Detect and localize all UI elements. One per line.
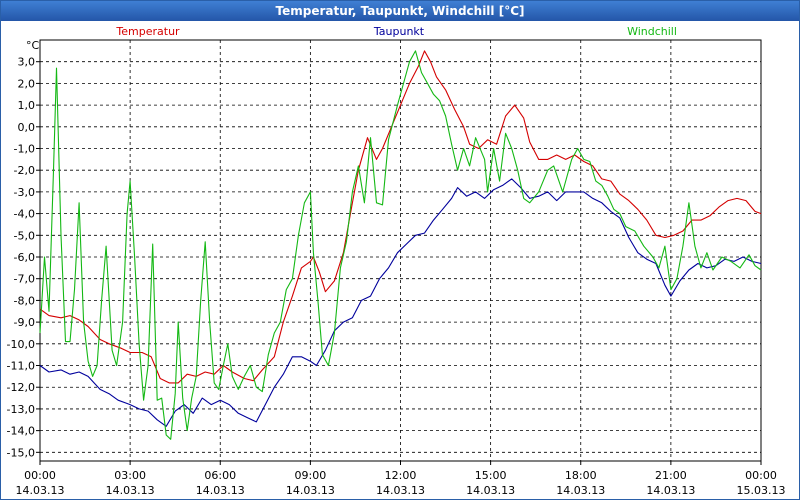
- legend-windchill: Windchill: [627, 25, 677, 38]
- x-tick-time: 21:00: [655, 469, 687, 482]
- y-tick-label: -4,0: [14, 208, 35, 221]
- y-tick-label: -9,0: [14, 316, 35, 329]
- y-tick-label: 2,0: [18, 77, 36, 90]
- x-tick-time: 00:00: [745, 469, 777, 482]
- y-tick-label: -13,0: [7, 403, 35, 416]
- y-tick-label: -2,0: [14, 164, 35, 177]
- y-tick-label: -6,0: [14, 251, 35, 264]
- x-tick-date: 14.03.13: [196, 484, 245, 497]
- y-axis-unit-label: °C: [26, 39, 40, 52]
- x-tick-time: 15:00: [475, 469, 507, 482]
- x-tick-date: 14.03.13: [106, 484, 155, 497]
- x-tick-time: 18:00: [565, 469, 597, 482]
- x-tick-time: 03:00: [114, 469, 146, 482]
- y-tick-label: -8,0: [14, 294, 35, 307]
- y-tick-label: -10,0: [7, 338, 35, 351]
- y-tick-label: 1,0: [18, 99, 36, 112]
- x-axis: 00:00 14.03.13 03:00 14.03.13 06:00 14.03.13 0…: [16, 461, 786, 497]
- legend-taupunkt: Taupunkt: [373, 25, 425, 38]
- x-tick-date: 15.03.13: [737, 484, 786, 497]
- x-tick-date: 14.03.13: [556, 484, 605, 497]
- y-tick-label: -5,0: [14, 229, 35, 242]
- y-tick-label: 0,0: [18, 121, 36, 134]
- chart-area: 3,0 2,0 1,0 0,0 -1,0 -2,0 -3,0 -4,0 -5,0 -6,0 -7,0…: [7, 25, 786, 497]
- y-tick-label: 3,0: [18, 56, 36, 69]
- y-tick-label: -15,0: [7, 446, 35, 459]
- x-tick-time: 09:00: [295, 469, 327, 482]
- x-tick-time: 12:00: [385, 469, 417, 482]
- y-tick-label: -3,0: [14, 186, 35, 199]
- x-tick-time: 00:00: [24, 469, 56, 482]
- legend-temperatur: Temperatur: [115, 25, 180, 38]
- y-tick-label: -12,0: [7, 381, 35, 394]
- x-tick-date: 14.03.13: [466, 484, 515, 497]
- x-tick-date: 14.03.13: [376, 484, 425, 497]
- y-tick-label: -1,0: [14, 143, 35, 156]
- y-axis: 3,0 2,0 1,0 0,0 -1,0 -2,0 -3,0 -4,0 -5,0 -6,0 -7,0…: [7, 56, 40, 459]
- y-tick-label: -11,0: [7, 360, 35, 373]
- y-tick-label: -7,0: [14, 273, 35, 286]
- x-tick-date: 14.03.13: [646, 484, 695, 497]
- x-tick-date: 14.03.13: [16, 484, 65, 497]
- x-tick-time: 06:00: [204, 469, 236, 482]
- y-tick-label: -14,0: [7, 425, 35, 438]
- x-tick-date: 14.03.13: [286, 484, 335, 497]
